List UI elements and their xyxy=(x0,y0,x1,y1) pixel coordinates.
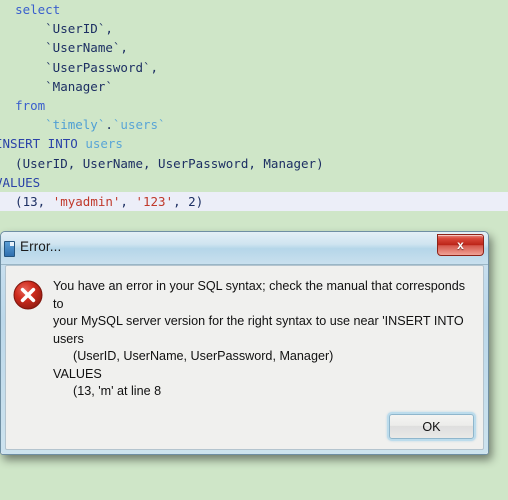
code-line[interactable]: (UserID, UserName, UserPassword, Manager… xyxy=(0,154,508,173)
close-icon: x xyxy=(457,238,464,252)
ok-button[interactable]: OK xyxy=(389,414,474,439)
screen-root: select `UserID`, `UserName`, `UserPasswo… xyxy=(0,0,508,500)
code-line[interactable]: (13, 'myadmin', '123', 2) xyxy=(0,191,508,212)
code-token: `timely` xyxy=(45,117,106,133)
code-line[interactable]: select xyxy=(0,0,508,19)
code-token: '123' xyxy=(135,193,174,209)
code-token: from xyxy=(15,97,46,113)
code-line[interactable]: from xyxy=(0,96,508,115)
code-token: users xyxy=(85,136,123,152)
code-token: (13, xyxy=(0,193,53,209)
code-line[interactable]: `UserPassword`, xyxy=(0,58,508,77)
error-message-text: You have an error in your SQL syntax; ch… xyxy=(53,278,473,401)
document-icon xyxy=(2,241,15,257)
code-token: , xyxy=(105,21,113,37)
code-line[interactable]: `UserName`, xyxy=(0,38,508,57)
code-line[interactable]: `UserID`, xyxy=(0,19,508,38)
code-line[interactable]: INSERT INTO users xyxy=(0,134,508,153)
code-token: (UserID, UserName, UserPassword, Manager… xyxy=(0,155,324,171)
code-line[interactable]: VALUES xyxy=(0,173,508,192)
code-token: INSERT INTO xyxy=(0,136,78,152)
code-token: `users` xyxy=(112,117,166,133)
error-message-row: You have an error in your SQL syntax; ch… xyxy=(6,266,483,401)
code-token: , 2) xyxy=(173,193,204,209)
error-circle-x-icon xyxy=(12,279,44,311)
error-message-line: VALUES xyxy=(53,366,102,381)
code-token: select xyxy=(15,2,61,17)
code-token: VALUES xyxy=(0,174,41,190)
error-message-line: You have an error in your SQL syntax; ch… xyxy=(53,279,469,311)
code-token: , xyxy=(150,59,159,75)
ok-button-label: OK xyxy=(422,419,441,434)
dialog-client-area: You have an error in your SQL syntax; ch… xyxy=(5,265,484,450)
sql-editor[interactable]: select `UserID`, `UserName`, `UserPasswo… xyxy=(0,0,508,232)
code-token: , xyxy=(120,40,128,56)
code-token: `Manager` xyxy=(45,78,113,94)
error-message-line: your MySQL server version for the right … xyxy=(53,314,464,328)
dialog-title: Error... xyxy=(20,239,62,254)
code-token: , xyxy=(120,193,136,209)
code-token: `UserID` xyxy=(45,21,106,37)
error-message-line: (13, 'm' at line 8 xyxy=(73,384,162,398)
code-token: . xyxy=(105,117,113,133)
code-line[interactable]: `timely`.`users` xyxy=(0,115,508,134)
code-token: `UserPassword` xyxy=(45,59,151,75)
code-token: `UserName` xyxy=(45,40,121,56)
error-dialog: Error... x You have an error in your SQL… xyxy=(0,231,489,455)
error-message-line: (UserID, UserName, UserPassword, Manager… xyxy=(73,349,334,363)
code-line[interactable]: `Manager` xyxy=(0,77,508,96)
code-line-list[interactable]: select `UserID`, `UserName`, `UserPasswo… xyxy=(0,0,508,212)
error-message-line: users xyxy=(53,331,84,346)
code-token: 'myadmin' xyxy=(52,193,121,209)
dialog-titlebar[interactable]: Error... x xyxy=(1,232,488,265)
dialog-button-row: OK xyxy=(389,414,474,439)
dialog-frame: Error... x You have an error in your SQL… xyxy=(1,232,488,454)
close-button[interactable]: x xyxy=(437,234,484,256)
